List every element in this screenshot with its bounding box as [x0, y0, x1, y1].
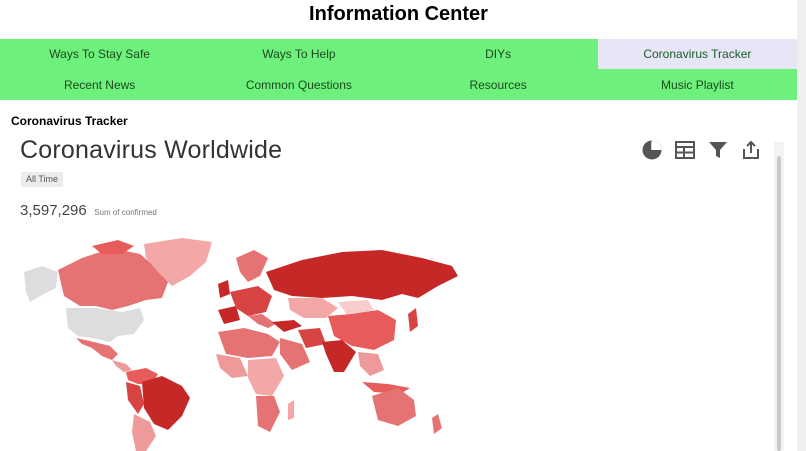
map-region-uk — [218, 280, 230, 298]
nav-item-music-playlist[interactable]: Music Playlist — [598, 69, 797, 100]
nav-item-diys[interactable]: DIYs — [399, 39, 598, 69]
nav-item-ways-to-stay-safe[interactable]: Ways To Stay Safe — [0, 39, 199, 69]
nav-item-coronavirus-tracker[interactable]: Coronavirus Tracker — [597, 39, 797, 69]
nav-item-ways-to-help[interactable]: Ways To Help — [199, 39, 398, 69]
metric-caption: Sum of confirmed — [94, 208, 157, 217]
map-region-central-africa — [248, 358, 284, 396]
map-region-russia — [266, 250, 458, 300]
map-region-scandinavia — [236, 250, 268, 282]
map-region-japan — [408, 308, 418, 332]
nav-item-recent-news[interactable]: Recent News — [0, 69, 199, 100]
map-region-usa — [66, 308, 144, 342]
map-region-madagascar — [288, 400, 294, 420]
nav-item-common-questions[interactable]: Common Questions — [199, 69, 398, 100]
page-scroll-track[interactable] — [797, 0, 806, 451]
map-region-alaska — [24, 266, 58, 302]
map-region-australia — [372, 388, 416, 426]
page-title: Information Center — [309, 3, 488, 25]
dashboard-title: Coronavirus Worldwide — [20, 136, 283, 164]
map-region-turkey — [272, 320, 302, 332]
map-region-kazakhstan — [288, 298, 338, 318]
metric-value: 3,597,296 — [20, 202, 87, 219]
map-region-southern-africa — [256, 396, 280, 432]
metric-summary: 3,597,296 Sum of confirmed — [20, 202, 157, 220]
table-icon[interactable] — [673, 138, 697, 162]
pie-chart-icon[interactable] — [640, 138, 664, 162]
map-region-central-america — [112, 360, 132, 372]
nav-item-resources[interactable]: Resources — [399, 69, 598, 100]
share-icon[interactable] — [739, 138, 763, 162]
dashboard-scroll-thumb[interactable] — [777, 156, 781, 451]
dashboard-scrollbar[interactable] — [774, 142, 784, 451]
dashboard-embed: Coronavirus Worldwide All Time 3,597,296… — [0, 132, 797, 451]
map-region-peru — [126, 382, 144, 414]
map-region-north-africa — [218, 328, 280, 358]
map-region-new-zealand — [432, 414, 442, 434]
map-region-italy-balkans — [248, 314, 276, 328]
map-region-mexico — [76, 338, 118, 360]
time-filter-chip[interactable]: All Time — [21, 172, 64, 187]
main-nav: Ways To Stay Safe Ways To Help DIYs Coro… — [0, 39, 797, 100]
world-choropleth-map[interactable] — [22, 236, 462, 451]
map-region-southeast-asia — [358, 352, 384, 376]
map-region-west-africa — [216, 354, 248, 378]
dashboard-toolbar — [640, 138, 763, 162]
filter-icon[interactable] — [706, 138, 730, 162]
section-heading: Coronavirus Tracker — [11, 114, 128, 128]
map-region-iberia — [218, 306, 240, 324]
